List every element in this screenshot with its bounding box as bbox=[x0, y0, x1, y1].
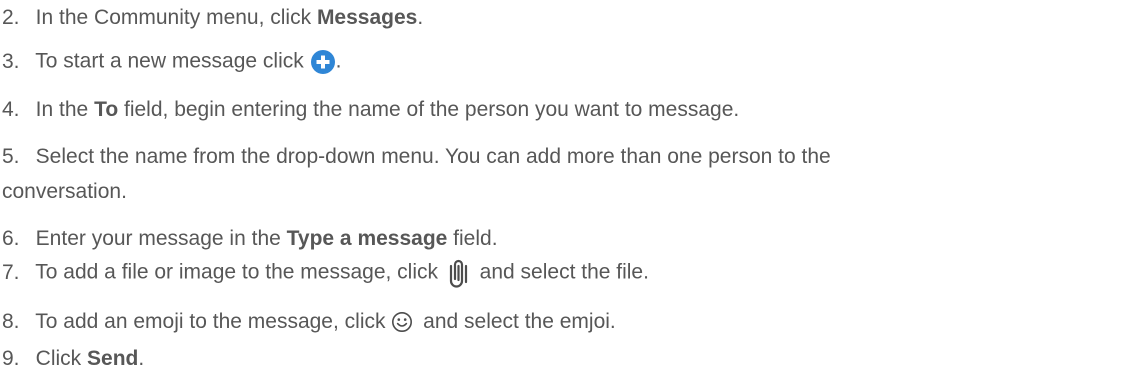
step-7: 7. To add a file or image to the message… bbox=[2, 257, 649, 289]
plus-circle-icon bbox=[310, 49, 336, 75]
step-text: To start a new message click bbox=[35, 49, 310, 73]
step-bold-text: Messages bbox=[316, 6, 418, 29]
step-bold-text: Type a message bbox=[286, 227, 448, 250]
step-3: 3. To start a new message click . bbox=[2, 49, 341, 75]
step-text: . bbox=[335, 49, 342, 73]
step-text: Select the name from the drop-down menu.… bbox=[35, 145, 831, 168]
step-5-continuation: conversation. bbox=[2, 180, 127, 204]
step-9: 9. Click Send. bbox=[2, 347, 144, 371]
step-text: Enter your message in the bbox=[35, 227, 287, 250]
step-8: 8. To add an emoji to the message, click… bbox=[2, 310, 616, 334]
step-6: 6. Enter your message in the Type a mess… bbox=[2, 227, 498, 251]
step-text: . bbox=[138, 347, 145, 370]
step-number: 9. bbox=[2, 347, 20, 370]
step-number: 7. bbox=[2, 260, 20, 284]
step-number: 5. bbox=[2, 145, 20, 168]
step-text: . bbox=[417, 6, 424, 29]
step-text: and select the emjoi. bbox=[417, 310, 616, 333]
step-text: To add a file or image to the message, c… bbox=[35, 260, 444, 284]
step-text: In the Community menu, click bbox=[35, 6, 317, 29]
paperclip-icon bbox=[448, 257, 470, 289]
step-text: In the bbox=[35, 98, 95, 121]
step-bold-text: To bbox=[94, 98, 119, 121]
step-number: 4. bbox=[2, 98, 20, 121]
step-number: 3. bbox=[2, 49, 20, 73]
smiley-icon bbox=[391, 311, 413, 333]
step-text: To add an emoji to the message, click bbox=[35, 310, 392, 333]
step-4: 4. In the To field, begin entering the n… bbox=[2, 98, 739, 122]
step-text: field. bbox=[447, 227, 498, 250]
step-5: 5. Select the name from the drop-down me… bbox=[2, 145, 831, 169]
step-text: and select the file. bbox=[473, 260, 649, 284]
step-number: 6. bbox=[2, 227, 20, 250]
step-text: Click bbox=[35, 347, 88, 370]
step-number: 2. bbox=[2, 6, 20, 29]
step-text: conversation. bbox=[2, 180, 127, 203]
step-number: 8. bbox=[2, 310, 20, 333]
step-2: 2. In the Community menu, click Messages… bbox=[2, 6, 423, 30]
step-bold-text: Send bbox=[87, 347, 139, 370]
step-text: field, begin entering the name of the pe… bbox=[118, 98, 740, 121]
